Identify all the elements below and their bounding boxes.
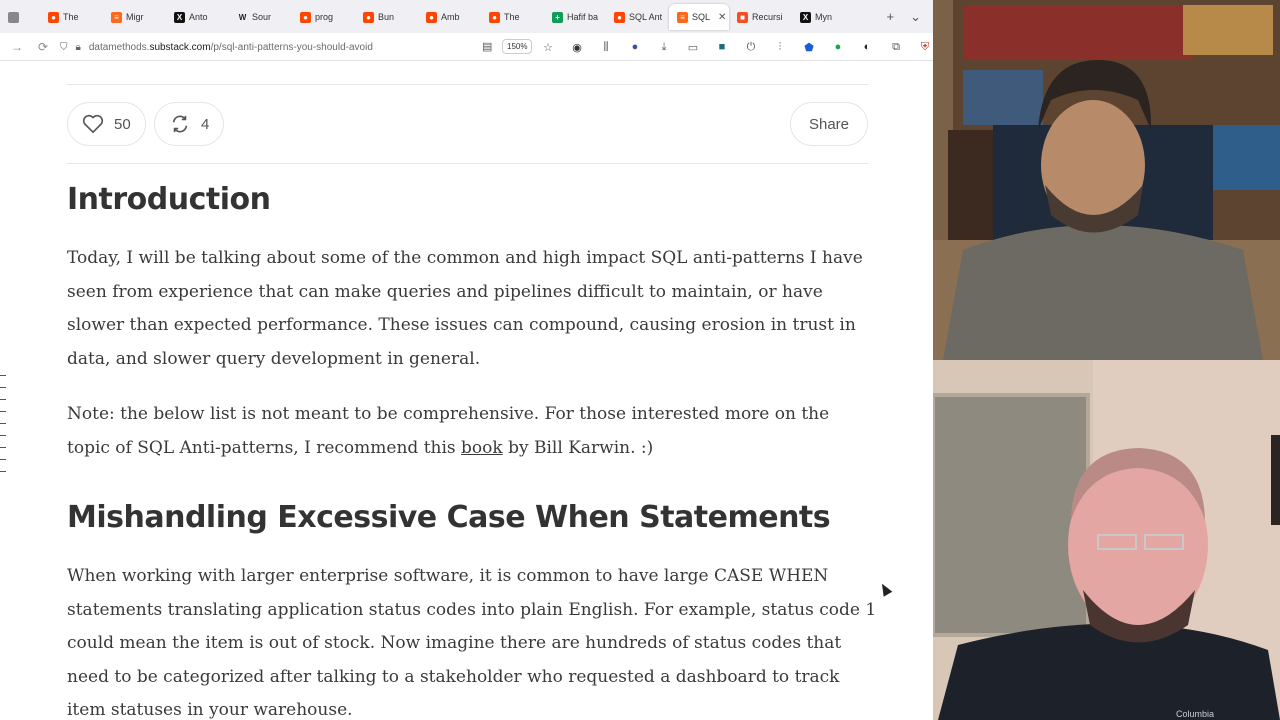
like-button[interactable]: 50 <box>67 102 146 146</box>
section-paragraph: When working with larger enterprise soft… <box>67 566 877 720</box>
browser-tab[interactable]: + Hafif ba <box>544 4 606 30</box>
reddit-icon: ● <box>363 11 374 23</box>
intro-paragraph: Today, I will be talking about some of t… <box>67 248 863 369</box>
url-text: datamethods.substack.com/p/sql-anti-patt… <box>88 41 373 53</box>
section-heading: Mishandling Excessive Case When Statemen… <box>67 500 831 535</box>
tab-bar-actions: + ⌄ <box>887 9 934 25</box>
tab-label: The <box>504 12 520 22</box>
browser-tab[interactable]: W Sour <box>229 4 292 30</box>
wikipedia-icon: W <box>238 12 247 22</box>
substack-icon: ≡ <box>111 11 122 23</box>
margin-guide <box>0 375 6 483</box>
substack-icon: ≡ <box>677 11 688 23</box>
tab-label: Hafif ba <box>567 12 599 22</box>
heart-icon <box>82 114 104 133</box>
restack-button[interactable]: 4 <box>154 102 225 146</box>
restack-icon <box>172 115 188 133</box>
browser-tab[interactable]: X Myn <box>792 4 855 30</box>
tab-list: ● The ≡ Migr X Anto W Sour ● prog ● Bun ● Amb ● The + Haf… <box>40 3 855 30</box>
browser-tab[interactable]: ≡ SQL ✕ <box>669 4 729 30</box>
like-count: 50 <box>114 115 131 133</box>
browser-tab[interactable]: ● Bun <box>355 4 418 30</box>
tab-label: Migr <box>126 12 144 22</box>
webcam-bottom: Columbia <box>933 360 1280 720</box>
forward-button[interactable]: → <box>4 40 30 54</box>
extension-red-icon[interactable]: ⛨ <box>917 39 933 55</box>
library-icon[interactable]: ⫼ <box>598 39 614 55</box>
tab-label: Anto <box>189 12 208 22</box>
x-icon: X <box>174 11 185 23</box>
toolbar-icons: ☆ ◉ ⫼ ● ⤓ ▭ ■ ⏻ ⫶ ⬟ ● ◐ ⧉ ⛨ <box>540 39 933 55</box>
tab-label: Recursi <box>752 12 783 22</box>
reddit-icon: ● <box>426 11 437 23</box>
reddit-icon: ● <box>300 11 311 23</box>
reddit-icon: ● <box>48 11 59 23</box>
webcam-top-image <box>933 0 1280 360</box>
tab-label: SQL <box>692 12 711 22</box>
browser-tab[interactable]: X Anto <box>166 4 229 30</box>
reddit-icon: ● <box>489 11 500 23</box>
browser-tab[interactable]: ■ Recursi <box>729 4 792 30</box>
divider <box>67 163 868 164</box>
sheets-icon: + <box>552 11 563 23</box>
tab-bar: ● The ≡ Migr X Anto W Sour ● prog ● Bun ● Amb ● The + Haf… <box>0 0 933 33</box>
browser-tab[interactable]: ≡ Migr <box>103 4 166 30</box>
divider <box>67 84 868 85</box>
reload-button[interactable]: ⟳ <box>30 40 56 54</box>
zoom-level[interactable]: 150% <box>502 39 533 54</box>
browser-tab[interactable]: ● prog <box>292 4 355 30</box>
browser-window: ● The ≡ Migr X Anto W Sour ● prog ● Bun ● Amb ● The + Haf… <box>0 0 933 720</box>
microsoft-icon: ■ <box>737 11 748 23</box>
restack-count: 4 <box>201 115 210 133</box>
note-paragraph: Note: the below list is not meant to be … <box>67 404 830 458</box>
shirt-logo: Columbia <box>1176 709 1214 719</box>
reader-view-icon[interactable]: ▤ <box>482 40 492 53</box>
webcam-bottom-image: Columbia <box>933 360 1280 720</box>
intro-heading: Introduction <box>67 182 271 217</box>
lock-icon: 🔒︎ <box>75 41 81 53</box>
x-icon: X <box>800 11 811 23</box>
article-page: 50 4 Share Introduction Today, I will be… <box>0 62 933 720</box>
share-button[interactable]: Share <box>790 102 868 146</box>
sidebar-view-icon[interactable]: ▭ <box>685 39 701 55</box>
tab-label: prog <box>315 12 334 22</box>
bookmark-star-icon[interactable]: ☆ <box>540 39 556 55</box>
browser-tab[interactable]: ● SQL Ant <box>606 4 669 30</box>
new-tab-icon[interactable]: + <box>887 9 895 25</box>
extension-dark-icon[interactable]: ◐ <box>859 39 875 55</box>
tab-label: The <box>63 12 79 22</box>
extension-icon[interactable]: ◉ <box>569 39 585 55</box>
book-link[interactable]: book <box>461 438 503 458</box>
browser-tab[interactable]: ● The <box>481 4 544 30</box>
shield-icon: ⛉ <box>60 41 68 53</box>
extension-globe-icon[interactable]: ● <box>627 39 643 55</box>
download-icon[interactable]: ⤓ <box>656 39 672 55</box>
equalizer-icon[interactable]: ⫶ <box>772 39 788 55</box>
webcam-top <box>933 0 1280 360</box>
tab-label: Amb <box>441 12 460 22</box>
browser-tab[interactable]: ● Amb <box>418 4 481 30</box>
extension-teal-icon[interactable]: ■ <box>714 39 730 55</box>
tab-label: Sour <box>252 12 272 22</box>
tab-label: SQL Ant <box>629 12 663 22</box>
mouse-cursor <box>877 581 893 597</box>
extensions-puzzle-icon[interactable]: ⧉ <box>888 39 904 55</box>
power-icon[interactable]: ⏻ <box>743 39 759 55</box>
cap-icon[interactable]: ⬟ <box>801 39 817 55</box>
close-tab-icon[interactable]: ✕ <box>718 12 726 23</box>
extension-green-icon[interactable]: ● <box>830 39 846 55</box>
reddit-icon: ● <box>614 11 625 23</box>
navigation-bar: → ⟳ ⛉ 🔒︎ datamethods.substack.com/p/sql-… <box>0 33 933 61</box>
sidebar-toggle[interactable] <box>0 4 40 30</box>
browser-tab[interactable]: ● The <box>40 4 103 30</box>
sidebar-icon <box>8 11 19 23</box>
tab-label: Bun <box>378 12 395 22</box>
tab-label: Myn <box>815 12 833 22</box>
chevron-down-icon[interactable]: ⌄ <box>910 9 921 25</box>
